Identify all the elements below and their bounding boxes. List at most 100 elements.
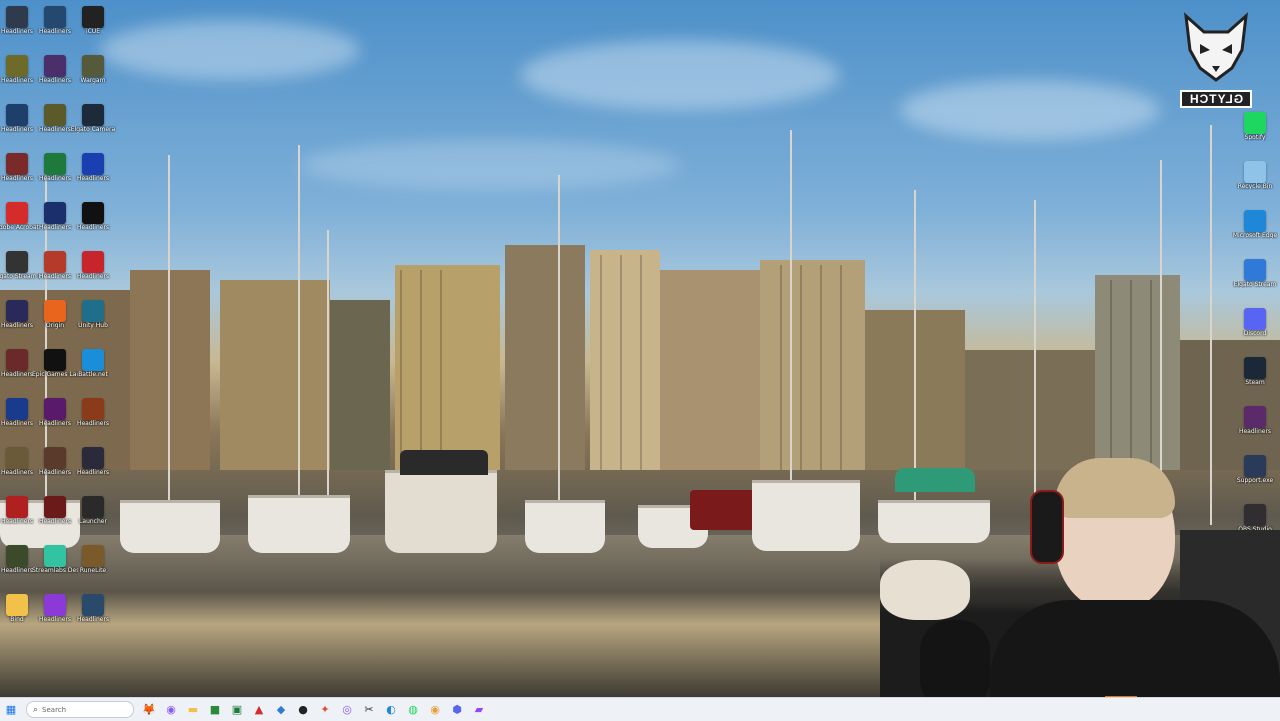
desktop-shortcut[interactable]: Battle.net (70, 349, 116, 378)
desktop-shortcut[interactable]: Headliners (70, 447, 116, 476)
spotify-icon (1244, 112, 1266, 134)
streamer-shirt (990, 600, 1280, 697)
shortcut-label: Recycle Bin (1237, 183, 1273, 190)
game-icon (44, 202, 66, 224)
desktop-shortcut[interactable]: Elgato Camera (70, 104, 116, 133)
desktop-shortcut[interactable]: Headliners (1232, 406, 1278, 435)
cloud (900, 80, 1160, 140)
search-icon: ⌕ (33, 704, 39, 715)
shortcut-label: Unity Hub (78, 322, 108, 329)
game-icon (6, 496, 28, 518)
shortcut-label: Elgato Camera (70, 126, 116, 133)
game-icon (44, 55, 66, 77)
headset (1030, 490, 1064, 564)
teams-icon[interactable]: ◆ (273, 702, 289, 718)
game-icon (6, 300, 28, 322)
game-icon (6, 55, 28, 77)
capcut-icon[interactable]: ✂ (361, 702, 377, 718)
desktop-shortcut[interactable]: Steam (1232, 357, 1278, 386)
shortcut-label: RuneLite (79, 567, 107, 574)
chrome-icon[interactable]: ◎ (339, 702, 355, 718)
desktop-shortcut[interactable]: Launcher (70, 496, 116, 525)
game-icon (44, 251, 66, 273)
desktop-shortcut[interactable]: Headliners (70, 202, 116, 231)
pdf-icon (6, 202, 28, 224)
shortcut-label: Launcher (79, 518, 107, 525)
game-icon (82, 202, 104, 224)
steam-icon (1244, 357, 1266, 379)
desktop-shortcut[interactable]: Elgato Stream (1232, 259, 1278, 288)
fox-icon[interactable]: 🦊 (141, 702, 157, 718)
desktop-shortcut[interactable]: Headliners (70, 251, 116, 280)
logo-text: GLYTCH (1180, 90, 1252, 108)
desktop-shortcut[interactable]: Microsoft Edge (1232, 210, 1278, 239)
desktop-shortcut[interactable]: Discord (1232, 308, 1278, 337)
game-icon (6, 153, 28, 175)
fox-logo-icon (1184, 12, 1248, 82)
plush-toy (880, 560, 970, 620)
game-icon (44, 447, 66, 469)
desktop-shortcut[interactable]: Wargam (70, 55, 116, 84)
game-icon (6, 447, 28, 469)
camera-icon (82, 104, 104, 126)
game-icon (44, 398, 66, 420)
shortcut-label: Discord (1243, 330, 1267, 337)
shortcut-label: Elgato Stream (1233, 281, 1277, 288)
chrome-icon[interactable]: ◉ (427, 702, 443, 718)
wargame-icon (82, 55, 104, 77)
folder-icon (6, 594, 28, 616)
edge-icon[interactable]: ◐ (383, 702, 399, 718)
desktop-shortcut[interactable]: Recycle Bin (1232, 161, 1278, 190)
cloud (100, 20, 360, 80)
stream-icon (1244, 259, 1266, 281)
taskbar-apps: ▦ ⌕ Search 🦊 ◉ ▬ ■ ▣ ▲ ◆ ● ✦ ◎ ✂ ◐ ◍ ◉ ⬢ ▰ (0, 701, 490, 718)
desktop-shortcut[interactable]: Unity Hub (70, 300, 116, 329)
streamlabs-icon (44, 545, 66, 567)
shortcut-label: iCUE (85, 28, 101, 35)
epic-icon (44, 349, 66, 371)
game-icon (6, 398, 28, 420)
desktop-shortcut[interactable]: Headliners (70, 398, 116, 427)
game-icon (44, 153, 66, 175)
webcam-overlay (880, 450, 1280, 697)
gear-icon (6, 251, 28, 273)
taskbar-search[interactable]: ⌕ Search (26, 701, 134, 718)
desktop-shortcut[interactable]: Headliners (70, 594, 116, 623)
camera-icon[interactable]: ● (295, 702, 311, 718)
figma-icon[interactable]: ✦ (317, 702, 333, 718)
shortcut-label: Steam (1245, 379, 1265, 386)
shortcut-label: Headliners (76, 420, 110, 427)
game-icon (82, 153, 104, 175)
shortcut-label: Headliners (76, 175, 110, 182)
start-button[interactable]: ▦ (3, 702, 19, 718)
xbox-icon[interactable]: ■ (207, 702, 223, 718)
excel-icon[interactable]: ▣ (229, 702, 245, 718)
glytch-logo: GLYTCH (1180, 10, 1252, 108)
game-icon (82, 251, 104, 273)
xbox-app-icon (82, 496, 104, 518)
city-skyline (0, 245, 1280, 470)
spotify-icon[interactable]: ◍ (405, 702, 421, 718)
desktop-shortcut[interactable]: iCUE (70, 6, 116, 35)
file-explorer-icon[interactable]: ▬ (185, 702, 201, 718)
copilot-icon[interactable]: ◉ (163, 702, 179, 718)
discord-icon (1244, 308, 1266, 330)
desktop-shortcut[interactable]: RuneLite (70, 545, 116, 574)
desktop-wallpaper: Headliners Headliners iCUE Headliners Headli… (0, 0, 1280, 697)
desktop-shortcut[interactable]: Spotify (1232, 112, 1278, 141)
shortcut-label: Battle.net (78, 371, 108, 378)
runelite-icon (82, 545, 104, 567)
desktop-shortcut[interactable]: Headliners (70, 153, 116, 182)
game-icon (6, 545, 28, 567)
acrobat-icon[interactable]: ▲ (251, 702, 267, 718)
shortcut-label: Headliners (76, 469, 110, 476)
game-icon (44, 6, 66, 28)
twitch-icon[interactable]: ▰ (471, 702, 487, 718)
game-icon (1244, 406, 1266, 428)
microphone (920, 620, 990, 697)
cloud (300, 140, 680, 190)
vpn-icon[interactable]: ⬢ (449, 702, 465, 718)
icue-icon (82, 6, 104, 28)
game-icon (44, 496, 66, 518)
game-icon (82, 398, 104, 420)
